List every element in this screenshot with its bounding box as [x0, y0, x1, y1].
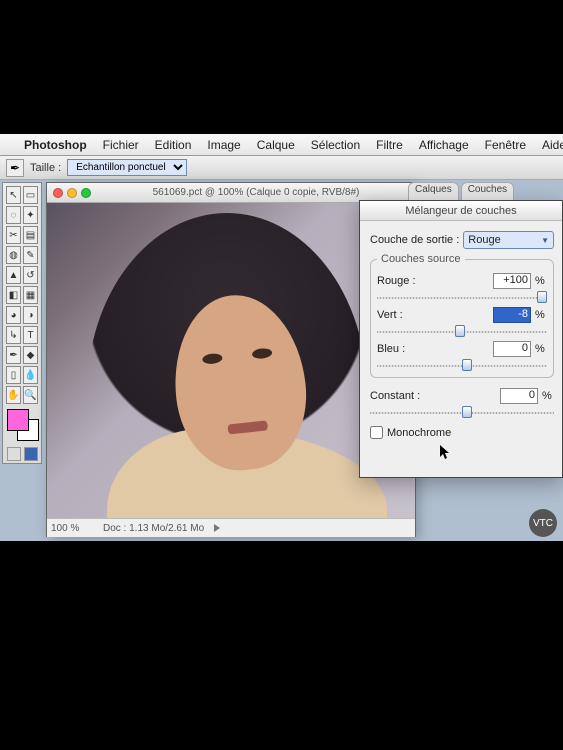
minimize-window-button[interactable]: [67, 188, 77, 198]
document-title: 561069.pct @ 100% (Calque 0 copie, RVB/8…: [153, 187, 360, 198]
path-tool[interactable]: ↳: [6, 326, 21, 344]
rouge-value-input[interactable]: +100: [493, 273, 531, 289]
status-bar: 100 % Doc : 1.13 Mo/2.61 Mo: [47, 518, 415, 537]
active-tool-icon[interactable]: ✒: [6, 159, 24, 177]
eraser-tool[interactable]: ◧: [6, 286, 21, 304]
menu-filtre[interactable]: Filtre: [368, 138, 411, 152]
gradient-tool[interactable]: ▦: [23, 286, 38, 304]
menu-fenetre[interactable]: Fenêtre: [477, 138, 534, 152]
patch-tool[interactable]: ◍: [6, 246, 21, 264]
eyedropper-tool[interactable]: 💧: [23, 366, 38, 384]
output-channel-select[interactable]: Rouge ▼: [463, 231, 554, 249]
zoom-indicator[interactable]: 100 %: [51, 523, 95, 534]
dialog-title: Mélangeur de couches: [360, 201, 562, 221]
rouge-label: Rouge :: [377, 275, 433, 287]
quickmask-mode[interactable]: [24, 447, 38, 461]
pen-tool[interactable]: ✒: [6, 346, 21, 364]
type-tool[interactable]: T: [23, 326, 38, 344]
menubar: Photoshop Fichier Edition Image Calque S…: [0, 134, 563, 156]
constant-slider[interactable]: [370, 408, 554, 418]
menu-aide[interactable]: Aide: [534, 138, 563, 152]
source-channels-legend: Couches source: [377, 253, 465, 265]
output-channel-label: Couche de sortie :: [370, 234, 459, 246]
size-label: Taille :: [30, 162, 61, 174]
menu-image[interactable]: Image: [199, 138, 248, 152]
doc-size: Doc : 1.13 Mo/2.61 Mo: [103, 523, 204, 534]
zoom-tool[interactable]: 🔍: [23, 386, 38, 404]
monochrome-label: Monochrome: [387, 427, 451, 439]
source-channels-group: Couches source Rouge : +100 % Vert : -8 …: [370, 253, 554, 378]
menu-affichage[interactable]: Affichage: [411, 138, 477, 152]
brush-tool[interactable]: ✎: [23, 246, 38, 264]
tab-calques[interactable]: Calques: [408, 182, 459, 200]
vert-slider[interactable]: [377, 327, 547, 337]
bleu-label: Bleu :: [377, 343, 433, 355]
foreground-color-swatch[interactable]: [7, 409, 29, 431]
slice-tool[interactable]: ▤: [23, 226, 38, 244]
menu-calque[interactable]: Calque: [249, 138, 303, 152]
monochrome-checkbox[interactable]: [370, 426, 383, 439]
wand-tool[interactable]: ✦: [23, 206, 38, 224]
move-tool[interactable]: ↖: [6, 186, 21, 204]
bleu-slider[interactable]: [377, 361, 547, 371]
status-menu-icon[interactable]: [214, 524, 220, 532]
chevron-down-icon: ▼: [541, 236, 549, 245]
marquee-tool[interactable]: ▭: [23, 186, 38, 204]
history-brush-tool[interactable]: ↺: [23, 266, 38, 284]
close-window-button[interactable]: [53, 188, 63, 198]
hand-tool[interactable]: ✋: [6, 386, 21, 404]
rouge-slider[interactable]: [377, 293, 547, 303]
menu-selection[interactable]: Sélection: [303, 138, 368, 152]
vert-value-input[interactable]: -8: [493, 307, 531, 323]
bleu-value-input[interactable]: 0: [493, 341, 531, 357]
menu-edition[interactable]: Edition: [147, 138, 200, 152]
color-swatches[interactable]: [5, 409, 39, 445]
constant-label: Constant :: [370, 390, 436, 402]
tab-couches[interactable]: Couches: [461, 182, 514, 200]
standard-mode[interactable]: [7, 447, 21, 461]
toolbox: ↖▭ ◌✦ ✂▤ ◍✎ ▲↺ ◧▦ ◕◑ ↳T ✒◆ ▯💧 ✋🔍: [2, 182, 42, 464]
cursor-icon: [440, 445, 452, 461]
zoom-window-button[interactable]: [81, 188, 91, 198]
notes-tool[interactable]: ▯: [6, 366, 21, 384]
app-name: Photoshop: [16, 138, 95, 152]
vert-label: Vert :: [377, 309, 433, 321]
stamp-tool[interactable]: ▲: [6, 266, 21, 284]
lasso-tool[interactable]: ◌: [6, 206, 21, 224]
sample-mode-select[interactable]: Echantillon ponctuel: [67, 159, 187, 176]
shape-tool[interactable]: ◆: [23, 346, 38, 364]
menu-fichier[interactable]: Fichier: [95, 138, 147, 152]
blur-tool[interactable]: ◕: [6, 306, 21, 324]
dodge-tool[interactable]: ◑: [23, 306, 38, 324]
channel-mixer-dialog: Mélangeur de couches Couche de sortie : …: [359, 200, 563, 478]
options-bar: ✒ Taille : Echantillon ponctuel: [0, 156, 563, 180]
vtc-badge: VTC: [529, 509, 557, 537]
crop-tool[interactable]: ✂: [6, 226, 21, 244]
constant-value-input[interactable]: 0: [500, 388, 538, 404]
